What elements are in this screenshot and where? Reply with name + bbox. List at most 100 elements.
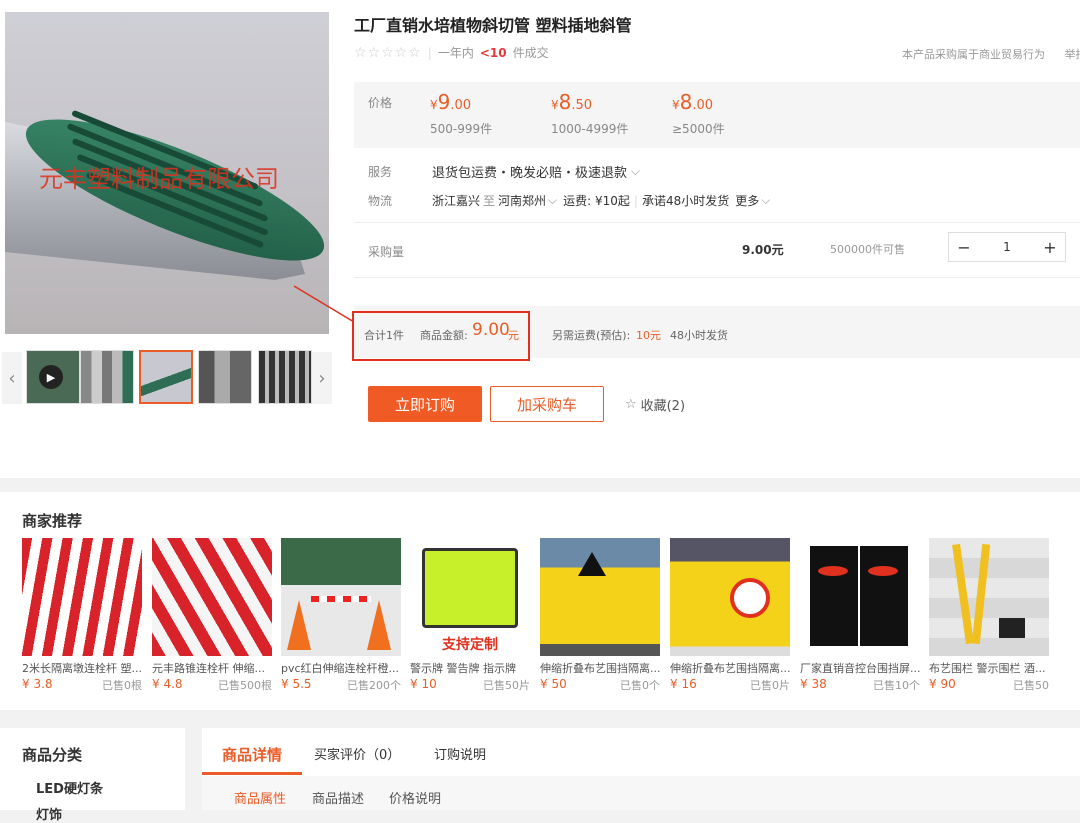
stock-count: 500000件可售 — [830, 241, 905, 257]
list-item[interactable]: 布艺围栏 警示围栏 酒... ¥ 90已售50 — [929, 538, 1049, 693]
more-link[interactable]: 更多 — [735, 192, 759, 209]
category-item[interactable]: 灯饰 — [36, 804, 62, 823]
item-price: ¥ 38 — [800, 677, 827, 693]
highlight-box — [352, 311, 530, 361]
freight-label: 另需运费(预估): — [552, 327, 630, 343]
purchase-label: 采购量 — [368, 243, 404, 260]
thumb-prev-arrow[interactable]: ‹ — [2, 352, 22, 404]
logistics-row: 物流 浙江嘉兴 至 河南郑州 ⌵ 运费: ¥10起 | 承诺48小时发货 更多 … — [368, 192, 770, 209]
ship-to-select[interactable]: 河南郑州 — [498, 192, 546, 209]
list-item[interactable]: 元丰路锥连栓杆 伸缩... ¥ 4.8已售500根 — [152, 538, 272, 693]
item-sold: 已售50片 — [483, 677, 530, 693]
item-name: 厂家直销音控台围挡屏... — [800, 660, 920, 674]
watermark-text: 元丰塑料制品有限公司 — [39, 165, 279, 193]
category-item[interactable]: LED硬灯条 — [36, 778, 103, 797]
unit-price: 9.00元 — [742, 241, 784, 258]
active-tab-indicator — [202, 772, 302, 775]
chevron-down-icon[interactable]: ⌵ — [548, 193, 557, 208]
price-range: ≥5000件 — [672, 120, 725, 137]
product-thumb — [540, 538, 660, 656]
product-thumb: 支持定制 — [410, 538, 530, 656]
item-sold: 已售0个 — [620, 677, 660, 693]
thumb-2[interactable] — [80, 350, 134, 404]
chevron-down-icon[interactable]: ⌵ — [761, 193, 770, 208]
sub-tabs: 商品属性 商品描述 价格说明 — [202, 776, 1080, 810]
product-thumb — [670, 538, 790, 656]
logistics-label: 物流 — [368, 192, 432, 209]
product-thumb — [22, 538, 142, 656]
ship-from: 浙江嘉兴 — [432, 192, 480, 209]
subtab-attributes[interactable]: 商品属性 — [234, 788, 286, 807]
item-sold: 已售0片 — [750, 677, 790, 693]
product-title: 工厂直销水培植物斜切管 塑料插地斜管 — [354, 12, 632, 36]
item-price: ¥ 5.5 — [281, 677, 312, 693]
item-sold: 已售0根 — [102, 677, 142, 693]
category-panel: 商品分类 LED硬灯条 灯饰 — [0, 728, 185, 810]
thumb-5[interactable] — [258, 350, 312, 404]
price-tier-3: ¥8.00 ≥5000件 — [672, 90, 725, 137]
quantity-input[interactable]: 1 — [1003, 240, 1011, 254]
price-label: 价格 — [368, 94, 392, 111]
item-name: pvc红白伸缩连栓杆橙... — [281, 660, 401, 674]
price-range: 500-999件 — [430, 120, 492, 137]
list-item[interactable]: pvc红白伸缩连栓杆橙... ¥ 5.5已售200个 — [281, 538, 401, 693]
list-item[interactable]: 厂家直销音控台围挡屏... ¥ 38已售10个 — [800, 538, 920, 693]
main-product-image[interactable]: 元丰塑料制品有限公司 — [5, 12, 329, 334]
thumb-3-selected[interactable] — [139, 350, 193, 404]
list-item[interactable]: 伸缩折叠布艺围挡隔离... ¥ 16已售0片 — [670, 538, 790, 693]
item-name: 2米长隔离墩连栓杆 塑... — [22, 660, 142, 674]
favorite-button[interactable]: ☆ 收藏(2) — [620, 386, 690, 422]
list-item[interactable]: 支持定制 警示牌 警告牌 指示牌 ¥ 10已售50片 — [410, 538, 530, 693]
list-item[interactable]: 伸缩折叠布艺围挡隔离... ¥ 50 已售0个 — [540, 538, 660, 693]
buy-now-button[interactable]: 立即订购 — [368, 386, 482, 422]
thumb-next-arrow[interactable]: › — [312, 352, 332, 404]
to-word: 至 — [483, 192, 495, 209]
price-dec: .00 — [692, 98, 713, 113]
category-title: 商品分类 — [22, 744, 82, 765]
currency-symbol: ¥ — [672, 98, 680, 112]
currency-symbol: ¥ — [551, 98, 559, 112]
price-dec: .00 — [450, 98, 471, 113]
thumb-video[interactable]: ▶ — [26, 350, 80, 404]
product-thumb — [152, 538, 272, 656]
play-icon: ▶ — [39, 365, 63, 389]
price-range: 1000-4999件 — [551, 120, 628, 137]
tab-order-info[interactable]: 订购说明 — [434, 744, 486, 763]
item-price: ¥ 90 — [929, 677, 956, 693]
increase-button[interactable]: + — [1035, 238, 1065, 257]
tab-details[interactable]: 商品详情 — [222, 744, 282, 765]
price-int: 8 — [680, 90, 693, 114]
freight-value: 10元 — [636, 327, 661, 343]
item-name: 伸缩折叠布艺围挡隔离... — [670, 660, 790, 674]
sales-prefix: 一年内 — [438, 44, 474, 61]
chevron-down-icon[interactable]: ⌵ — [631, 164, 640, 179]
sales-suffix: 件成交 — [513, 44, 549, 61]
subtab-description[interactable]: 商品描述 — [312, 788, 364, 807]
thumb-4[interactable] — [198, 350, 252, 404]
currency-symbol: ¥ — [430, 98, 438, 112]
item-sold: 已售50 — [1013, 677, 1049, 693]
tab-reviews[interactable]: 买家评价（0） — [314, 744, 400, 763]
thumbnail-strip: ‹ ▶ › — [0, 350, 332, 408]
service-row: 服务 退货包运费・晚发必赔・极速退款 ⌵ — [368, 162, 640, 181]
price-int: 9 — [438, 90, 451, 114]
banner-text: 支持定制 — [410, 634, 530, 654]
recommend-title: 商家推荐 — [22, 510, 82, 531]
list-item[interactable]: 2米长隔离墩连栓杆 塑... ¥ 3.8已售0根 — [22, 538, 142, 693]
product-panel: 元丰塑料制品有限公司 ‹ ▶ › 工厂直销水培植物斜切管 塑料插地斜管 ☆☆☆☆… — [0, 0, 1080, 478]
item-price: ¥ 50 — [540, 677, 567, 693]
service-value: 退货包运费・晚发必赔・极速退款 — [432, 162, 627, 181]
subtab-price-info[interactable]: 价格说明 — [389, 788, 441, 807]
trade-notice-text: 本产品采购属于商业贸易行为 — [902, 48, 1045, 61]
rating-row: ☆☆☆☆☆ | 一年内 <10 件成交 — [354, 44, 549, 61]
pipe-illustration: 元丰塑料制品有限公司 — [5, 12, 329, 334]
price-int: 8 — [559, 90, 572, 114]
decrease-button[interactable]: − — [949, 238, 979, 257]
sales-count: <10 — [480, 46, 507, 60]
report-link[interactable]: 举报 — [1065, 48, 1080, 61]
recommend-section: 商家推荐 2米长隔离墩连栓杆 塑... ¥ 3.8已售0根 元丰路锥连栓杆 伸缩… — [0, 492, 1080, 710]
item-price: ¥ 10 — [410, 677, 437, 693]
add-to-cart-button[interactable]: 加采购车 — [490, 386, 604, 422]
ship-promise: 承诺48小时发货 — [642, 192, 729, 209]
item-name: 伸缩折叠布艺围挡隔离... — [540, 660, 660, 674]
